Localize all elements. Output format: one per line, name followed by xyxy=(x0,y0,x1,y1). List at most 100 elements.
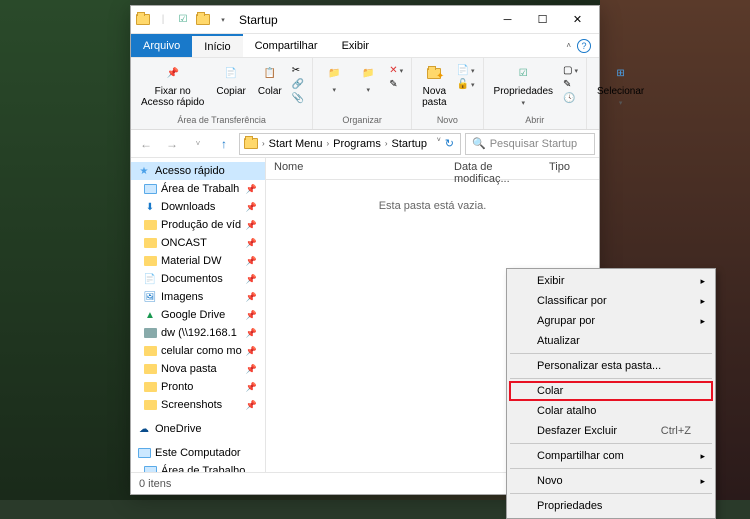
open-button[interactable]: ▢▾ xyxy=(561,64,580,77)
chevron-right-icon: ▸ xyxy=(700,316,705,327)
copy-button[interactable]: 📄 Copiar xyxy=(212,60,249,99)
rename-button[interactable]: ✎ xyxy=(387,78,405,91)
ctx-paste[interactable]: Colar xyxy=(509,381,713,401)
ribbon-group-new: Novo xyxy=(418,115,476,127)
breadcrumb-seg-1[interactable]: Programs xyxy=(331,138,383,150)
ctx-paste-shortcut[interactable]: Colar atalho xyxy=(509,401,713,421)
sidebar-item[interactable]: Screenshots📌 xyxy=(131,396,265,414)
titlebar[interactable]: | ☑ ▾ Startup ─ ☐ ✕ xyxy=(131,6,599,34)
onedrive-icon: ☁ xyxy=(137,422,151,436)
properties-button[interactable]: ☑ Propriedades ▾ xyxy=(490,60,557,109)
edit-button[interactable]: ✎ xyxy=(561,78,580,91)
search-input[interactable]: 🔍 Pesquisar Startup xyxy=(465,133,595,155)
minimize-button[interactable]: ─ xyxy=(490,7,525,33)
help-icon[interactable]: ? xyxy=(577,39,591,53)
easyaccess-button[interactable]: 🔓▾ xyxy=(455,78,477,91)
file-list-area[interactable]: Nome Data de modificaç... Tipo Esta past… xyxy=(266,158,599,472)
sidebar-item[interactable]: dw (\\192.168.1📌 xyxy=(131,324,265,342)
up-button[interactable]: ↑ xyxy=(213,133,235,155)
tab-share[interactable]: Compartilhar xyxy=(243,34,330,57)
sidebar-item[interactable]: ONCAST📌 xyxy=(131,234,265,252)
copy-icon: 📄 xyxy=(220,62,242,84)
breadcrumb-seg-2[interactable]: Startup xyxy=(390,138,429,150)
properties-label: Propriedades xyxy=(494,86,553,97)
qat-properties-icon[interactable]: ☑ xyxy=(175,12,191,28)
sidebar-thispc[interactable]: Este Computador xyxy=(131,444,265,462)
empty-folder-message: Esta pasta está vazia. xyxy=(266,200,599,212)
newfolder-button[interactable]: ✦ Nova pasta xyxy=(418,60,450,110)
copyto-button[interactable]: 📁▾ xyxy=(353,60,383,96)
ribbon-collapse-icon[interactable]: ˄ xyxy=(566,41,571,50)
pin-icon: 📌 xyxy=(246,364,261,375)
ctx-view[interactable]: Exibir▸ xyxy=(509,271,713,291)
ctx-properties[interactable]: Propriedades xyxy=(509,496,713,516)
sidebar-item[interactable]: Material DW📌 xyxy=(131,252,265,270)
select-button[interactable]: ⊞ Selecionar ▾ xyxy=(593,60,648,109)
sidebar-item[interactable]: Nova pasta📌 xyxy=(131,360,265,378)
ctx-separator xyxy=(510,493,712,494)
pin-label: Fixar no Acesso rápido xyxy=(141,86,204,108)
pin-icon: 📌 xyxy=(246,310,261,321)
netfolder-icon xyxy=(143,326,157,340)
moveto-icon: 📁 xyxy=(323,62,345,84)
forward-button[interactable]: → xyxy=(161,133,183,155)
tab-file[interactable]: Arquivo xyxy=(131,34,192,57)
breadcrumb-seg-0[interactable]: Start Menu xyxy=(267,138,325,150)
back-button[interactable]: ← xyxy=(135,133,157,155)
chevron-right-icon[interactable]: › xyxy=(260,139,267,148)
sidebar-item[interactable]: 📄Documentos📌 xyxy=(131,270,265,288)
moveto-button[interactable]: 📁▾ xyxy=(319,60,349,96)
qat-dropdown-icon[interactable]: ▾ xyxy=(215,12,231,28)
copypath-button[interactable]: 🔗 xyxy=(290,78,306,91)
pin-icon: 📌 xyxy=(246,220,261,231)
chevron-right-icon[interactable]: › xyxy=(324,139,331,148)
chevron-right-icon: ▸ xyxy=(700,476,705,487)
recent-button[interactable]: ˅ xyxy=(187,133,209,155)
ctx-group[interactable]: Agrupar por▸ xyxy=(509,311,713,331)
column-name[interactable]: Nome xyxy=(266,158,446,179)
paste-button[interactable]: 📋 Colar xyxy=(254,60,286,99)
sidebar-item[interactable]: ⬇Downloads📌 xyxy=(131,198,265,216)
sidebar-item[interactable]: Área de Trabalh📌 xyxy=(131,180,265,198)
ctx-refresh[interactable]: Atualizar xyxy=(509,331,713,351)
ctx-share[interactable]: Compartilhar com▸ xyxy=(509,446,713,466)
breadcrumb-root-icon[interactable] xyxy=(242,138,260,149)
maximize-button[interactable]: ☐ xyxy=(525,7,560,33)
qat-newfolder-icon[interactable] xyxy=(195,12,211,28)
sidebar-item[interactable]: Área de Trabalho xyxy=(131,462,265,472)
sidebar-item[interactable]: 🖼Imagens📌 xyxy=(131,288,265,306)
ctx-new[interactable]: Novo▸ xyxy=(509,471,713,491)
status-item-count: 0 itens xyxy=(139,478,171,490)
column-type[interactable]: Tipo xyxy=(541,158,579,179)
tab-view[interactable]: Exibir xyxy=(330,34,382,57)
delete-button[interactable]: ✕▾ xyxy=(387,64,405,77)
pin-icon: 📌 xyxy=(162,62,184,84)
sidebar-item[interactable]: celular como mo📌 xyxy=(131,342,265,360)
breadcrumb-dropdown-icon[interactable]: ˅ xyxy=(437,137,441,150)
pin-button[interactable]: 📌 Fixar no Acesso rápido xyxy=(137,60,208,110)
paste-label: Colar xyxy=(258,86,282,97)
newitem-icon: 📄 xyxy=(457,65,469,76)
sidebar-onedrive[interactable]: ☁ OneDrive xyxy=(131,420,265,438)
cut-button[interactable]: ✂ xyxy=(290,64,306,77)
chevron-right-icon[interactable]: › xyxy=(383,139,390,148)
navigation-pane[interactable]: ★ Acesso rápido Área de Trabalh📌⬇Downloa… xyxy=(131,158,266,472)
tab-home[interactable]: Início xyxy=(192,34,242,57)
ctx-undo[interactable]: Desfazer ExcluirCtrl+Z xyxy=(509,421,713,441)
desktop-icon xyxy=(143,182,157,196)
sidebar-item[interactable]: ▲Google Drive📌 xyxy=(131,306,265,324)
select-label: Selecionar xyxy=(597,86,644,97)
sidebar-quick-access[interactable]: ★ Acesso rápido xyxy=(131,162,265,180)
breadcrumb[interactable]: › Start Menu › Programs › Startup ˅ ↻ xyxy=(239,133,461,155)
newitem-button[interactable]: 📄▾ xyxy=(455,64,477,77)
sidebar-item[interactable]: Pronto📌 xyxy=(131,378,265,396)
ctx-customize[interactable]: Personalizar esta pasta... xyxy=(509,356,713,376)
pasteshortcut-button[interactable]: 📎 xyxy=(290,92,306,105)
refresh-icon[interactable]: ↻ xyxy=(445,137,454,150)
column-modified[interactable]: Data de modificaç... xyxy=(446,158,541,179)
close-button[interactable]: ✕ xyxy=(560,7,595,33)
sidebar-item-label: Produção de víd xyxy=(161,219,241,231)
history-button[interactable]: 🕓 xyxy=(561,92,580,105)
sidebar-item[interactable]: Produção de víd 📌 xyxy=(131,216,265,234)
ctx-sort[interactable]: Classificar por▸ xyxy=(509,291,713,311)
